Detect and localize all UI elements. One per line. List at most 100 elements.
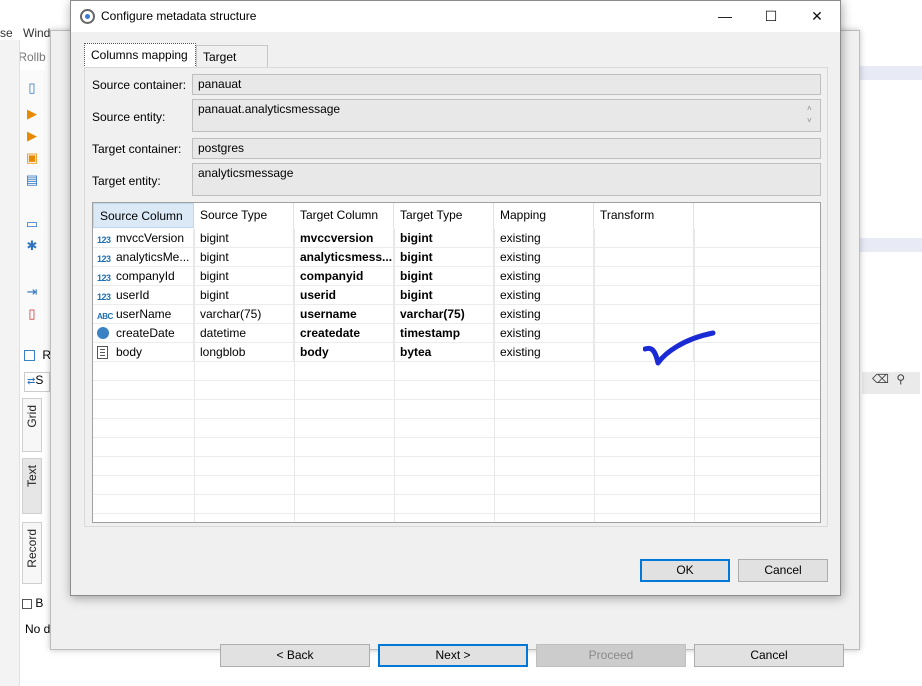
back-button[interactable]: < Back bbox=[220, 644, 370, 667]
table-row[interactable]: 123 companyId bigint companyid bigint existin… bbox=[93, 267, 820, 286]
ok-button[interactable]: OK bbox=[640, 559, 730, 582]
load-plan-icon[interactable]: ▤ bbox=[24, 172, 40, 188]
cell-source-type[interactable]: varchar(75) bbox=[194, 305, 294, 324]
right-toolbar[interactable]: ⌫ ⚲ bbox=[862, 372, 920, 394]
header-target-type[interactable]: Target Type bbox=[394, 203, 494, 228]
source-column-name: createDate bbox=[116, 326, 175, 340]
table-row[interactable]: 123 userId bigint userid bigint existing bbox=[93, 286, 820, 305]
menu-fragment-window[interactable]: Wind bbox=[23, 26, 50, 40]
cell-transform[interactable] bbox=[594, 305, 694, 324]
target-entity-field[interactable]: analyticsmessage bbox=[192, 163, 821, 196]
table-row[interactable]: 123 mvccVersion bigint mvccversion bigint exi… bbox=[93, 229, 820, 248]
source-column-name: userName bbox=[116, 307, 172, 321]
results-grid-icon bbox=[24, 350, 35, 362]
blob-type-icon bbox=[97, 346, 108, 359]
table-row[interactable]: 123 analyticsMe... bigint analyticsmess... b… bbox=[93, 248, 820, 267]
numeric-type-icon: 123 bbox=[97, 292, 111, 302]
results-tab[interactable]: R bbox=[24, 348, 51, 362]
cell-mapping[interactable]: existing bbox=[494, 324, 594, 343]
header-mapping[interactable]: Mapping bbox=[494, 203, 594, 228]
tab-columns-mapping[interactable]: Columns mapping bbox=[84, 43, 196, 68]
source-container-field[interactable]: panauat bbox=[192, 74, 821, 95]
cell-target-column[interactable]: analyticsmess... bbox=[294, 248, 394, 267]
cell-target-column[interactable]: companyid bbox=[294, 267, 394, 286]
cell-source-column[interactable]: 123 analyticsMe... bbox=[93, 248, 194, 267]
no-data-text: No d bbox=[25, 622, 51, 636]
row-divider bbox=[93, 399, 820, 400]
terminal-icon[interactable]: ▭ bbox=[24, 216, 40, 232]
header-source-type[interactable]: Source Type bbox=[194, 203, 294, 228]
execute-icon[interactable]: ▶ bbox=[24, 106, 40, 122]
cell-target-type[interactable]: bytea bbox=[394, 343, 494, 362]
cell-source-column[interactable]: body bbox=[93, 343, 194, 362]
maximize-button[interactable]: ☐ bbox=[748, 1, 794, 32]
filter-box[interactable]: ⇄S bbox=[24, 372, 50, 392]
close-button[interactable]: ✕ bbox=[794, 1, 840, 32]
vertical-tab-record[interactable]: Record bbox=[22, 522, 42, 584]
cell-source-type[interactable]: bigint bbox=[194, 248, 294, 267]
script-icon[interactable]: ▯ bbox=[24, 80, 40, 96]
cell-target-type[interactable]: bigint bbox=[394, 248, 494, 267]
bottom-panel-tab[interactable]: B bbox=[22, 596, 50, 616]
cell-target-column[interactable]: mvccversion bbox=[294, 229, 394, 248]
cell-transform[interactable] bbox=[594, 248, 694, 267]
explain-plan-icon[interactable]: ▣ bbox=[24, 150, 40, 166]
cell-mapping[interactable]: existing bbox=[494, 343, 594, 362]
table-row[interactable]: ABC userName varchar(75) username varchar(75… bbox=[93, 305, 820, 324]
tab-target-ddl[interactable]: Target DDL bbox=[196, 45, 268, 86]
cell-source-column[interactable]: ABC userName bbox=[93, 305, 194, 324]
cell-transform[interactable] bbox=[594, 267, 694, 286]
minimize-button[interactable]: — bbox=[702, 1, 748, 32]
cell-target-column[interactable]: userid bbox=[294, 286, 394, 305]
next-button[interactable]: Next > bbox=[378, 644, 528, 667]
vertical-tab-text[interactable]: Text bbox=[22, 458, 42, 514]
source-column-name: mvccVersion bbox=[116, 231, 185, 245]
cell-source-type[interactable]: bigint bbox=[194, 267, 294, 286]
cell-source-column[interactable]: 123 companyId bbox=[93, 267, 194, 286]
cell-mapping[interactable]: existing bbox=[494, 286, 594, 305]
cell-mapping[interactable]: existing bbox=[494, 248, 594, 267]
checkmark-annotation bbox=[643, 330, 716, 366]
cell-source-type[interactable]: bigint bbox=[194, 286, 294, 305]
dialog-cancel-button[interactable]: Cancel bbox=[738, 559, 828, 582]
eraser-icon[interactable]: ⌫ bbox=[872, 372, 889, 386]
cell-target-type[interactable]: timestamp bbox=[394, 324, 494, 343]
cell-target-column[interactable]: body bbox=[294, 343, 394, 362]
target-container-field[interactable]: postgres bbox=[192, 138, 821, 159]
source-entity-field[interactable]: panauat.analyticsmessage ˄ ˅ bbox=[192, 99, 821, 132]
menu-fragment-1[interactable]: se bbox=[0, 26, 13, 40]
cell-target-column[interactable]: username bbox=[294, 305, 394, 324]
wizard-cancel-button[interactable]: Cancel bbox=[694, 644, 844, 667]
vertical-tab-grid[interactable]: Grid bbox=[22, 398, 42, 452]
execute-script-icon[interactable]: ▶ bbox=[24, 128, 40, 144]
row-divider bbox=[93, 456, 820, 457]
cell-transform[interactable] bbox=[594, 229, 694, 248]
source-entity-scroll-arrows[interactable]: ˄ ˅ bbox=[807, 103, 817, 127]
settings-icon[interactable]: ✱ bbox=[24, 238, 40, 254]
cell-target-type[interactable]: varchar(75) bbox=[394, 305, 494, 324]
cell-mapping[interactable]: existing bbox=[494, 267, 594, 286]
cell-target-column[interactable]: createdate bbox=[294, 324, 394, 343]
cell-mapping[interactable]: existing bbox=[494, 305, 594, 324]
file-icon[interactable]: ▯ bbox=[24, 306, 40, 322]
header-transform[interactable]: Transform bbox=[594, 203, 694, 228]
cell-source-type[interactable]: bigint bbox=[194, 229, 294, 248]
export-icon[interactable]: ⇥ bbox=[24, 284, 40, 300]
cell-mapping[interactable]: existing bbox=[494, 229, 594, 248]
bottom-panel-icon bbox=[22, 598, 32, 609]
cell-source-type[interactable]: datetime bbox=[194, 324, 294, 343]
cell-target-type[interactable]: bigint bbox=[394, 229, 494, 248]
cell-target-type[interactable]: bigint bbox=[394, 267, 494, 286]
header-source-column[interactable]: Source Column bbox=[93, 203, 194, 228]
cell-source-type[interactable]: longblob bbox=[194, 343, 294, 362]
cell-source-column[interactable]: 123 userId bbox=[93, 286, 194, 305]
cell-target-type[interactable]: bigint bbox=[394, 286, 494, 305]
left-strip bbox=[0, 40, 20, 686]
source-container-label: Source container: bbox=[92, 78, 187, 92]
cell-source-column[interactable]: createDate bbox=[93, 324, 194, 343]
cell-transform[interactable] bbox=[594, 286, 694, 305]
filter-funnel-icon[interactable]: ⚲ bbox=[896, 372, 905, 386]
cell-source-column[interactable]: 123 mvccVersion bbox=[93, 229, 194, 248]
target-container-label: Target container: bbox=[92, 142, 182, 156]
header-target-column[interactable]: Target Column bbox=[294, 203, 394, 228]
